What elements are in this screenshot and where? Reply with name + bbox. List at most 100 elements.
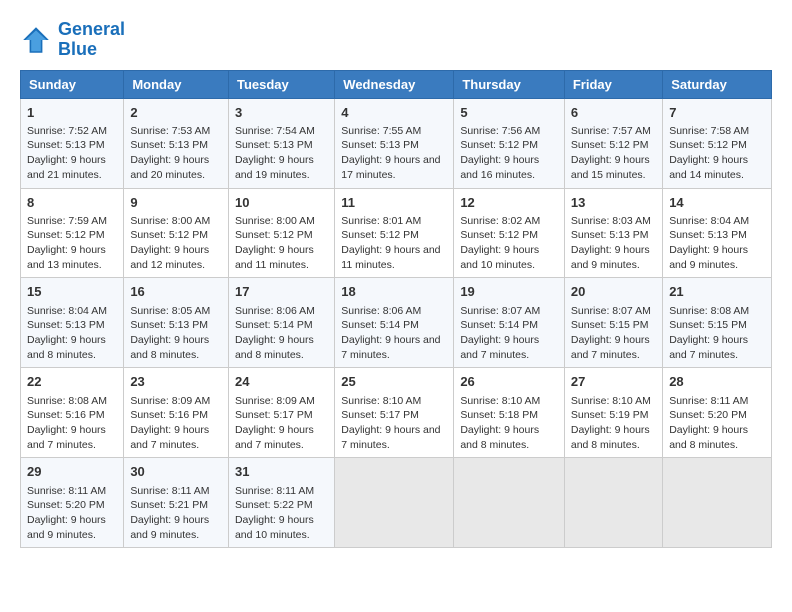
sunrise-label: Sunrise: 8:11 AM [130, 485, 209, 497]
daylight-label: Daylight: 9 hours and 7 minutes. [669, 334, 748, 361]
day-number: 31 [235, 463, 328, 481]
sunrise-label: Sunrise: 8:00 AM [130, 215, 210, 227]
sunset-label: Sunset: 5:12 PM [27, 229, 105, 241]
sunrise-label: Sunrise: 8:09 AM [130, 395, 210, 407]
daylight-label: Daylight: 9 hours and 7 minutes. [27, 424, 106, 451]
calendar-cell: 19 Sunrise: 8:07 AM Sunset: 5:14 PM Dayligh… [454, 278, 565, 368]
day-number: 6 [571, 104, 656, 122]
sunrise-label: Sunrise: 7:56 AM [460, 125, 540, 137]
calendar-week-row: 15 Sunrise: 8:04 AM Sunset: 5:13 PM Dayligh… [21, 278, 772, 368]
sunrise-label: Sunrise: 7:57 AM [571, 125, 651, 137]
sunset-label: Sunset: 5:12 PM [235, 229, 313, 241]
sunrise-label: Sunrise: 8:10 AM [341, 395, 421, 407]
sunset-label: Sunset: 5:18 PM [460, 409, 538, 421]
daylight-label: Daylight: 9 hours and 13 minutes. [27, 244, 106, 271]
header-sunday: Sunday [21, 70, 124, 98]
sunset-label: Sunset: 5:17 PM [341, 409, 419, 421]
calendar-cell: 1Sunrise: 7:52 AMSunset: 5:13 PMDaylight… [21, 98, 124, 188]
calendar-cell [454, 458, 565, 548]
calendar-cell: 31Sunrise: 8:11 AMSunset: 5:22 PMDayligh… [228, 458, 334, 548]
daylight-label: Daylight: 9 hours and 19 minutes. [235, 154, 314, 181]
daylight-label: Daylight: 9 hours and 7 minutes. [460, 334, 539, 361]
sunrise-label: Sunrise: 7:55 AM [341, 125, 421, 137]
calendar-cell: 9 Sunrise: 8:00 AM Sunset: 5:12 PM Daylight… [124, 188, 229, 278]
calendar-cell [564, 458, 662, 548]
daylight-label: Daylight: 9 hours and 11 minutes. [235, 244, 314, 271]
sunrise-label: Sunrise: 8:07 AM [460, 305, 540, 317]
calendar-cell: 25Sunrise: 8:10 AMSunset: 5:17 PMDayligh… [335, 368, 454, 458]
daylight-label: Daylight: 9 hours and 16 minutes. [460, 154, 539, 181]
sunrise-label: Sunrise: 7:59 AM [27, 215, 107, 227]
daylight-label: Daylight: 9 hours and 10 minutes. [235, 514, 314, 541]
sunrise-label: Sunrise: 8:11 AM [669, 395, 748, 407]
calendar-cell: 23Sunrise: 8:09 AMSunset: 5:16 PMDayligh… [124, 368, 229, 458]
sunset-label: Sunset: 5:16 PM [27, 409, 105, 421]
calendar-week-row: 1Sunrise: 7:52 AMSunset: 5:13 PMDaylight… [21, 98, 772, 188]
sunrise-label: Sunrise: 8:11 AM [235, 485, 314, 497]
day-number: 5 [460, 104, 558, 122]
day-number: 26 [460, 373, 558, 391]
daylight-label: Daylight: 9 hours and 8 minutes. [669, 424, 748, 451]
header-tuesday: Tuesday [228, 70, 334, 98]
sunset-label: Sunset: 5:15 PM [669, 319, 747, 331]
daylight-label: Daylight: 9 hours and 8 minutes. [460, 424, 539, 451]
sunset-label: Sunset: 5:13 PM [27, 319, 105, 331]
sunset-label: Sunset: 5:13 PM [130, 139, 208, 151]
calendar-cell: 29Sunrise: 8:11 AMSunset: 5:20 PMDayligh… [21, 458, 124, 548]
sunrise-label: Sunrise: 8:11 AM [27, 485, 106, 497]
page-header: General Blue [20, 20, 772, 60]
sunrise-label: Sunrise: 8:05 AM [130, 305, 210, 317]
day-number: 8 [27, 194, 117, 212]
sunset-label: Sunset: 5:12 PM [460, 139, 538, 151]
sunset-label: Sunset: 5:12 PM [571, 139, 649, 151]
calendar-cell: 3Sunrise: 7:54 AMSunset: 5:13 PMDaylight… [228, 98, 334, 188]
sunrise-label: Sunrise: 8:03 AM [571, 215, 651, 227]
day-number: 9 [130, 194, 222, 212]
calendar-cell [663, 458, 772, 548]
sunrise-label: Sunrise: 8:07 AM [571, 305, 651, 317]
sunrise-label: Sunrise: 8:08 AM [669, 305, 749, 317]
sunset-label: Sunset: 5:14 PM [341, 319, 419, 331]
calendar-table: SundayMondayTuesdayWednesdayThursdayFrid… [20, 70, 772, 549]
sunrise-label: Sunrise: 8:06 AM [235, 305, 315, 317]
daylight-label: Daylight: 9 hours and 8 minutes. [571, 424, 650, 451]
sunrise-label: Sunrise: 8:04 AM [669, 215, 749, 227]
sunset-label: Sunset: 5:13 PM [669, 229, 747, 241]
sunrise-label: Sunrise: 8:10 AM [571, 395, 651, 407]
calendar-week-row: 22Sunrise: 8:08 AMSunset: 5:16 PMDayligh… [21, 368, 772, 458]
sunset-label: Sunset: 5:12 PM [130, 229, 208, 241]
day-number: 25 [341, 373, 447, 391]
daylight-label: Daylight: 9 hours and 14 minutes. [669, 154, 748, 181]
day-number: 17 [235, 283, 328, 301]
sunset-label: Sunset: 5:14 PM [460, 319, 538, 331]
daylight-label: Daylight: 9 hours and 12 minutes. [130, 244, 209, 271]
sunset-label: Sunset: 5:16 PM [130, 409, 208, 421]
calendar-cell: 8 Sunrise: 7:59 AM Sunset: 5:12 PM Daylight… [21, 188, 124, 278]
day-number: 18 [341, 283, 447, 301]
calendar-cell: 18Sunrise: 8:06 AMSunset: 5:14 PMDayligh… [335, 278, 454, 368]
sunset-label: Sunset: 5:13 PM [341, 139, 419, 151]
day-number: 24 [235, 373, 328, 391]
calendar-cell: 17Sunrise: 8:06 AMSunset: 5:14 PMDayligh… [228, 278, 334, 368]
day-number: 1 [27, 104, 117, 122]
daylight-label: Daylight: 9 hours and 15 minutes. [571, 154, 650, 181]
logo-text: General Blue [58, 20, 125, 60]
day-number: 3 [235, 104, 328, 122]
sunrise-label: Sunrise: 8:09 AM [235, 395, 315, 407]
day-number: 15 [27, 283, 117, 301]
calendar-week-row: 8 Sunrise: 7:59 AM Sunset: 5:12 PM Daylight… [21, 188, 772, 278]
sunrise-label: Sunrise: 8:10 AM [460, 395, 540, 407]
calendar-cell: 20Sunrise: 8:07 AMSunset: 5:15 PMDayligh… [564, 278, 662, 368]
day-number: 20 [571, 283, 656, 301]
daylight-label: Daylight: 9 hours and 9 minutes. [130, 514, 209, 541]
day-number: 14 [669, 194, 765, 212]
daylight-label: Daylight: 9 hours and 7 minutes. [235, 424, 314, 451]
daylight-label: Daylight: 9 hours and 7 minutes. [341, 334, 440, 361]
day-number: 19 [460, 283, 558, 301]
sunrise-label: Sunrise: 8:01 AM [341, 215, 421, 227]
logo: General Blue [20, 20, 125, 60]
day-number: 16 [130, 283, 222, 301]
sunrise-label: Sunrise: 8:04 AM [27, 305, 107, 317]
sunset-label: Sunset: 5:14 PM [235, 319, 313, 331]
daylight-label: Daylight: 9 hours and 7 minutes. [571, 334, 650, 361]
